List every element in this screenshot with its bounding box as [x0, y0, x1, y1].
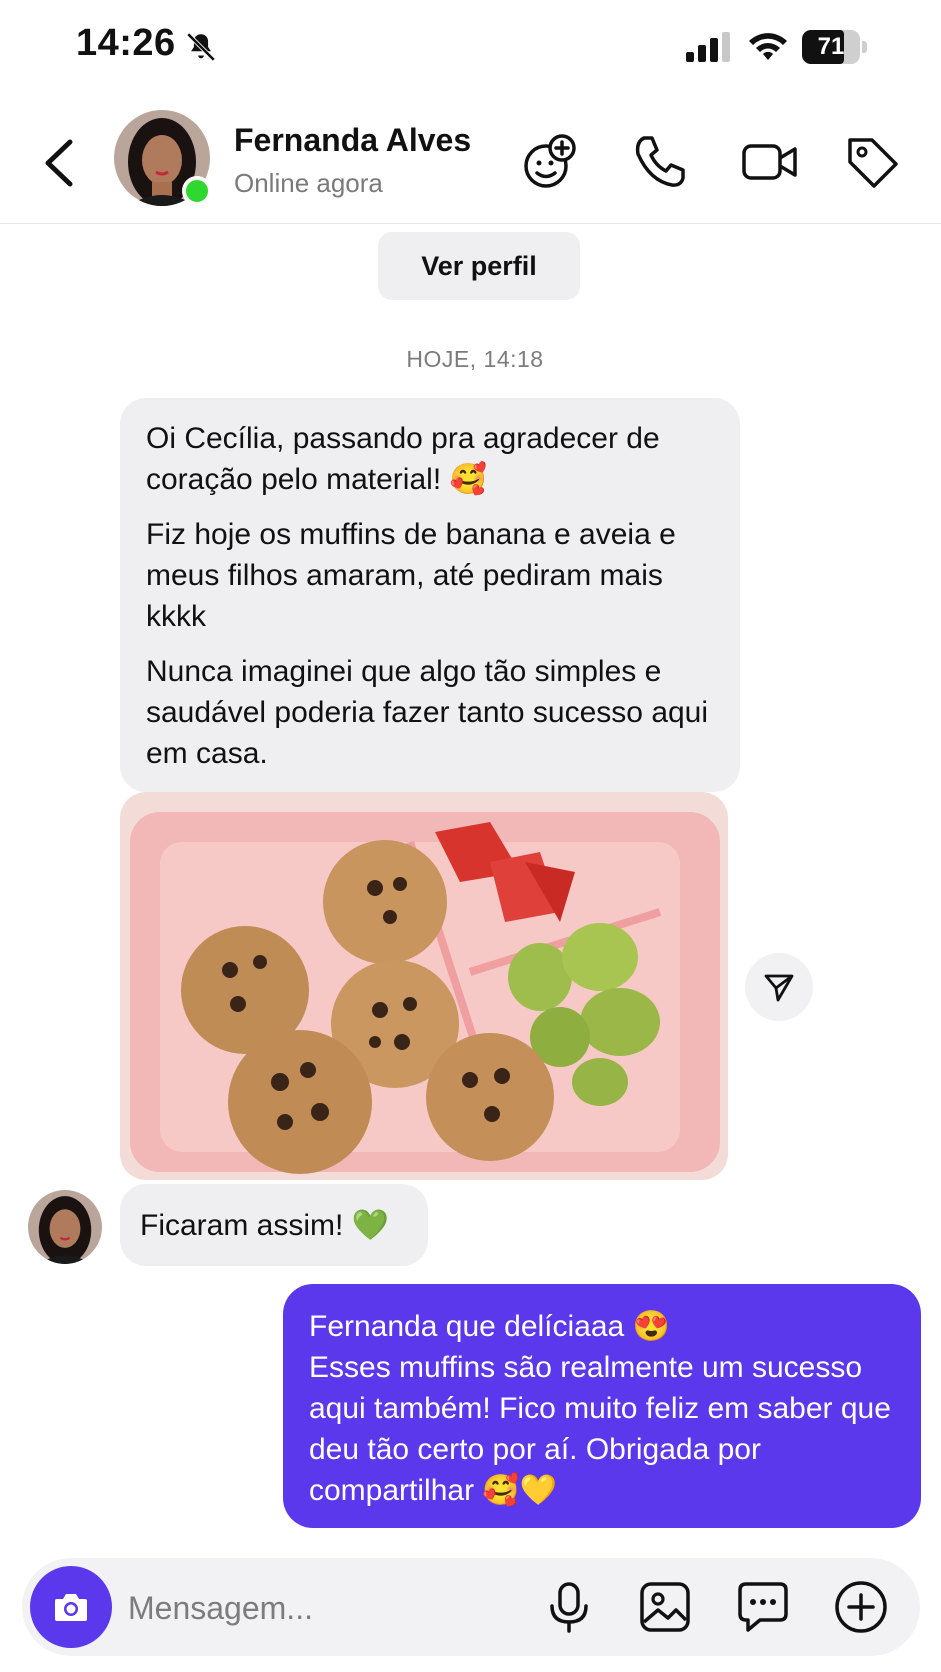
contact-status: Online agora [234, 168, 383, 198]
message-input[interactable] [126, 1580, 530, 1636]
header-divider [0, 223, 941, 224]
avatar-image [28, 1190, 102, 1264]
camera-icon [55, 1594, 87, 1621]
message-paragraph: Nunca imaginei que algo tão simples e sa… [146, 655, 709, 770]
plus-circle-icon[interactable] [832, 1578, 890, 1636]
sender-avatar[interactable] [28, 1190, 102, 1264]
contact-name[interactable]: Fernanda Alves [234, 122, 471, 159]
shared-photo[interactable] [120, 792, 728, 1180]
message-paragraph: Fiz hoje os muffins de banana e aveia e … [146, 518, 676, 633]
share-button[interactable] [745, 953, 813, 1021]
video-icon[interactable] [740, 132, 800, 192]
muffins-lunchbox-image [120, 792, 728, 1180]
incoming-message-bubble[interactable]: Ficaram assim! 💚 [120, 1184, 428, 1266]
wifi-icon [749, 33, 787, 60]
outgoing-message-bubble[interactable]: Fernanda que delíciaaa 😍 Esses muffins s… [283, 1284, 921, 1528]
message-text: Ficaram assim! 💚 [140, 1208, 390, 1242]
online-indicator [182, 176, 212, 206]
view-profile-button[interactable]: Ver perfil [378, 232, 580, 300]
camera-button[interactable] [30, 1566, 112, 1648]
signal-icon [686, 32, 730, 62]
bell-slash-icon [186, 32, 216, 62]
add-emoji-icon[interactable] [520, 132, 580, 192]
message-paragraph: Oi Cecília, passando pra agradecer de co… [146, 422, 660, 496]
tag-icon[interactable] [842, 132, 902, 192]
chat-bubble-icon[interactable] [734, 1578, 792, 1636]
date-separator: HOJE, 14:18 [406, 346, 544, 372]
image-icon[interactable] [636, 1578, 694, 1636]
microphone-icon[interactable] [540, 1578, 598, 1636]
battery-level: 71 [817, 33, 845, 60]
phone-icon[interactable] [630, 132, 690, 192]
status-time: 14:26 [76, 22, 176, 64]
send-icon [764, 974, 794, 1002]
incoming-message-bubble[interactable]: Oi Cecília, passando pra agradecer de co… [120, 398, 740, 792]
back-icon[interactable] [40, 138, 80, 188]
battery-icon: 71 [802, 30, 868, 64]
